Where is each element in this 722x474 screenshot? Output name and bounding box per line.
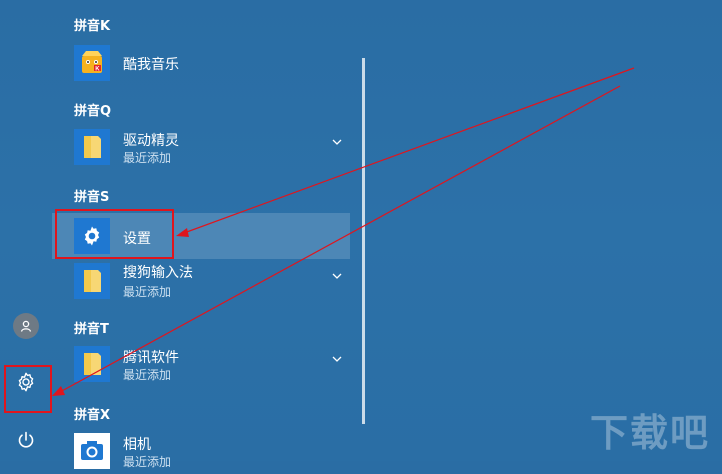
gear-icon [18, 372, 34, 392]
recently-added-label: 最近添加 [123, 151, 172, 165]
app-name: 腾讯软件 [123, 350, 179, 366]
start-menu-rail [0, 0, 52, 461]
power-button[interactable] [6, 420, 46, 460]
kuwo-music-icon: K [74, 45, 110, 81]
app-sogou-input[interactable]: 搜狗输入法 最近添加 [74, 258, 350, 304]
app-tencent-software[interactable]: 腾讯软件 最近添加 [74, 341, 350, 387]
scrollbar[interactable] [362, 58, 365, 424]
group-header-k[interactable]: 拼音K [74, 15, 110, 34]
gear-icon [74, 218, 110, 254]
user-account-button[interactable] [6, 306, 46, 346]
app-name: 相机 [123, 437, 151, 453]
chevron-down-icon[interactable] [330, 135, 344, 149]
chevron-down-icon[interactable] [330, 352, 344, 366]
recently-added-label: 最近添加 [123, 455, 172, 469]
app-name: 驱动精灵 [123, 133, 179, 149]
app-name: 搜狗输入法 [123, 265, 193, 281]
app-camera[interactable]: 相机 最近添加 [74, 428, 350, 474]
watermark-logo: 下载吧 [590, 411, 711, 455]
group-header-s[interactable]: 拼音S [74, 186, 109, 205]
folder-icon [74, 263, 110, 299]
app-settings[interactable]: 设置 [52, 213, 350, 259]
app-name: 酷我音乐 [123, 57, 179, 73]
group-header-q[interactable]: 拼音Q [74, 100, 111, 119]
app-name: 设置 [123, 231, 151, 247]
group-header-t[interactable]: 拼音T [74, 318, 109, 337]
camera-icon [74, 433, 110, 469]
app-qudong-jingling[interactable]: 驱动精灵 最近添加 [74, 124, 350, 170]
app-kuwo-music[interactable]: K 酷我音乐 [74, 40, 350, 86]
folder-icon [74, 346, 110, 382]
svg-text:K: K [95, 67, 100, 73]
power-icon [18, 431, 34, 448]
recently-added-label: 最近添加 [123, 285, 172, 299]
app-list: 拼音K K 酷我音乐 拼音Q 驱动精灵 最近添加 拼音S 设置 搜狗输入法 最近… [52, 0, 352, 469]
recently-added-label: 最近添加 [123, 368, 172, 382]
folder-icon [74, 129, 110, 165]
user-avatar-icon [13, 313, 39, 339]
chevron-down-icon[interactable] [330, 269, 344, 283]
group-header-x[interactable]: 拼音X [74, 404, 110, 423]
settings-button[interactable] [6, 362, 46, 402]
